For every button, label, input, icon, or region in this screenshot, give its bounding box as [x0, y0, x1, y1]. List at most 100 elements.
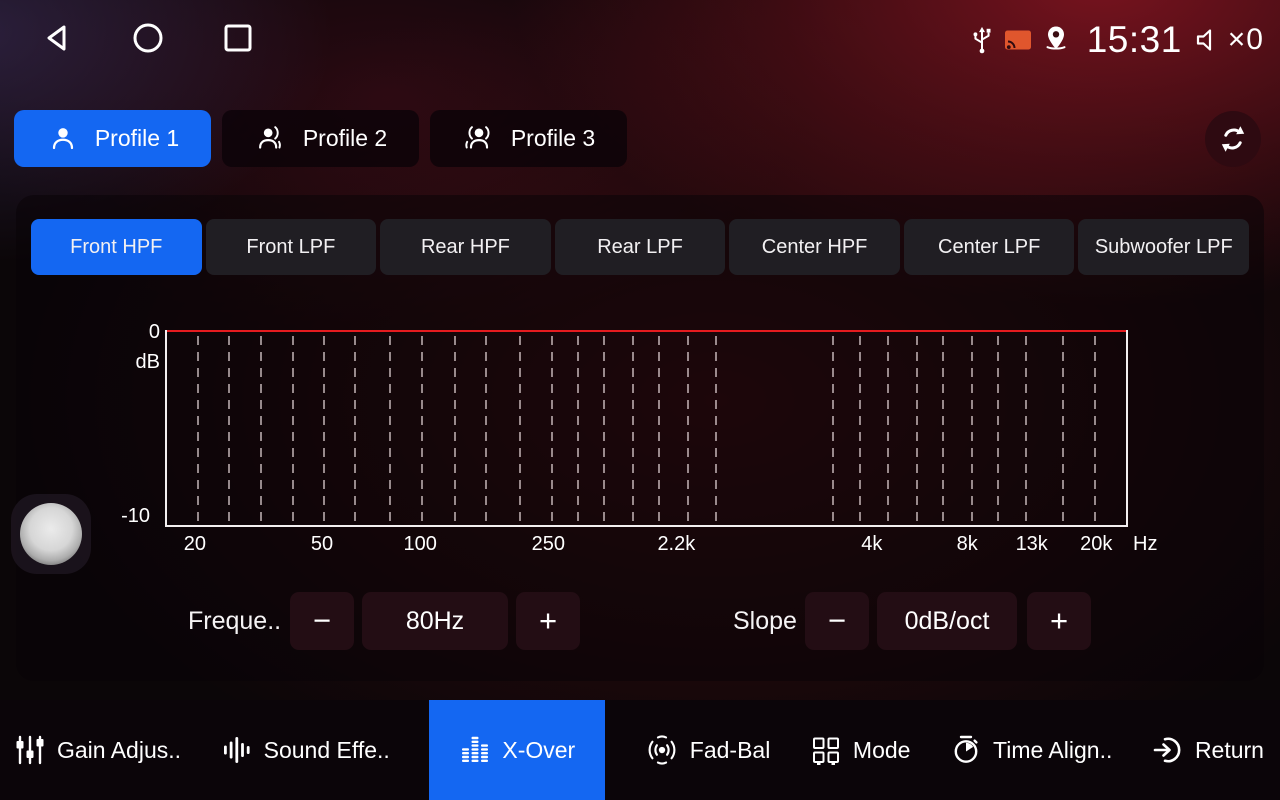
- profile-label: Profile 2: [303, 125, 387, 152]
- profile-tab-2[interactable]: Profile 2: [222, 110, 419, 167]
- nav-item-sound-effect[interactable]: Sound Effe..: [221, 700, 390, 800]
- nav-label: Time Align..: [993, 737, 1112, 764]
- gridline: [916, 336, 918, 523]
- gridline: [832, 336, 834, 523]
- filter-tab-rear-hpf[interactable]: Rear HPF: [380, 219, 551, 275]
- xover-plot: [165, 330, 1128, 527]
- tab-label: Front HPF: [70, 236, 162, 259]
- nav-item-time-align[interactable]: Time Align..: [950, 700, 1112, 800]
- gridline: [519, 336, 521, 523]
- stopwatch-icon: [950, 734, 982, 766]
- tab-label: Subwoofer LPF: [1095, 236, 1233, 259]
- profile-tab-1[interactable]: Profile 1: [14, 110, 211, 167]
- android-nav-buttons: [38, 18, 258, 58]
- location-icon: [1040, 24, 1072, 56]
- xover-panel: Front HPF Front LPF Rear HPF Rear LPF Ce…: [16, 195, 1264, 681]
- nav-label: Sound Effe..: [264, 737, 390, 764]
- x-tick-label: 100: [404, 533, 437, 556]
- nav-item-gain-adjust[interactable]: Gain Adjus..: [14, 700, 181, 800]
- nav-item-xover[interactable]: X-Over: [429, 700, 605, 800]
- profile-tab-3[interactable]: Profile 3: [430, 110, 627, 167]
- recents-button[interactable]: [218, 18, 258, 58]
- bottom-nav: Gain Adjus.. Sound Effe.. X-Over: [0, 700, 1280, 800]
- slope-label: Slope: [733, 592, 797, 650]
- status-bar: 15:31 ×0: [0, 0, 1280, 80]
- y-axis-unit: dB: [114, 351, 160, 374]
- knob-circle: [20, 503, 82, 565]
- cast-icon: [1003, 27, 1033, 54]
- gridline: [859, 336, 861, 523]
- nav-label: X-Over: [502, 737, 575, 764]
- filter-tab-front-lpf[interactable]: Front LPF: [206, 219, 377, 275]
- x-tick-label: 2.2k: [657, 533, 695, 556]
- gridline: [1094, 336, 1096, 523]
- volume-level: ×0: [1228, 23, 1264, 57]
- tab-label: Rear LPF: [597, 236, 683, 259]
- gridline: [1062, 336, 1064, 523]
- frequency-minus-button[interactable]: −: [290, 592, 354, 650]
- person-icon: [46, 122, 80, 156]
- person-one-arc-icon: [254, 122, 288, 156]
- gridline: [354, 336, 356, 523]
- slope-value: 0dB/oct: [877, 592, 1017, 650]
- frequency-value: 80Hz: [362, 592, 508, 650]
- spacer: [638, 110, 1266, 167]
- home-button[interactable]: [128, 18, 168, 58]
- x-tick-label: 20: [184, 533, 206, 556]
- gridline: [323, 336, 325, 523]
- surround-waves-icon: [645, 733, 679, 767]
- filter-tab-center-lpf[interactable]: Center LPF: [904, 219, 1075, 275]
- gridline: [942, 336, 944, 523]
- floating-knob-button[interactable]: [11, 494, 91, 574]
- status-icons: 15:31 ×0: [968, 0, 1264, 80]
- gridline: [603, 336, 605, 523]
- gridline: [971, 336, 973, 523]
- return-arrow-icon: [1152, 734, 1184, 766]
- profile-label: Profile 1: [95, 125, 179, 152]
- profile-row: Profile 1 Profile 2 Profile 3: [14, 110, 1266, 167]
- y-tick-0: 0: [114, 321, 160, 344]
- person-two-arcs-icon: [462, 122, 496, 156]
- gridline: [632, 336, 634, 523]
- tab-label: Rear HPF: [421, 236, 510, 259]
- x-tick-label: 20k: [1080, 533, 1112, 556]
- filter-tab-center-hpf[interactable]: Center HPF: [729, 219, 900, 275]
- nav-label: Mode: [853, 737, 911, 764]
- nav-label: Return: [1195, 737, 1264, 764]
- back-button[interactable]: [38, 18, 78, 58]
- tab-label: Center LPF: [938, 236, 1040, 259]
- waveform-icon: [221, 734, 253, 766]
- filter-tab-subwoofer-lpf[interactable]: Subwoofer LPF: [1078, 219, 1249, 275]
- slope-minus-button[interactable]: −: [805, 592, 869, 650]
- gridline: [421, 336, 423, 523]
- refresh-button[interactable]: [1205, 111, 1261, 167]
- response-curve: [167, 330, 1126, 332]
- x-tick-label: 4k: [861, 533, 882, 556]
- gridline: [997, 336, 999, 523]
- gridline: [551, 336, 553, 523]
- filter-tab-rear-lpf[interactable]: Rear LPF: [555, 219, 726, 275]
- profile-label: Profile 3: [511, 125, 595, 152]
- speaker-grid-icon: [810, 734, 842, 766]
- nav-item-return[interactable]: Return: [1152, 700, 1264, 800]
- nav-item-mode[interactable]: Mode: [810, 700, 911, 800]
- frequency-label: Freque..: [188, 592, 281, 650]
- nav-label: Fad-Bal: [690, 737, 771, 764]
- slope-plus-button[interactable]: +: [1027, 592, 1091, 650]
- equalizer-bars-icon: [459, 734, 491, 766]
- screen: 15:31 ×0 Profile 1 Profile 2: [0, 0, 1280, 800]
- volume-muted-icon[interactable]: [1195, 26, 1221, 54]
- filter-tab-front-hpf[interactable]: Front HPF: [31, 219, 202, 275]
- x-tick-label: 8k: [957, 533, 978, 556]
- gridline: [887, 336, 889, 523]
- nav-item-fad-bal[interactable]: Fad-Bal: [645, 700, 771, 800]
- frequency-plus-button[interactable]: +: [516, 592, 580, 650]
- usb-icon: [968, 23, 996, 57]
- gridline: [260, 336, 262, 523]
- gridline: [715, 336, 717, 523]
- gridline: [485, 336, 487, 523]
- clock: 15:31: [1087, 19, 1182, 61]
- gridline: [1025, 336, 1027, 523]
- filter-tabs: Front HPF Front LPF Rear HPF Rear LPF Ce…: [31, 219, 1249, 275]
- x-tick-label: 13k: [1016, 533, 1048, 556]
